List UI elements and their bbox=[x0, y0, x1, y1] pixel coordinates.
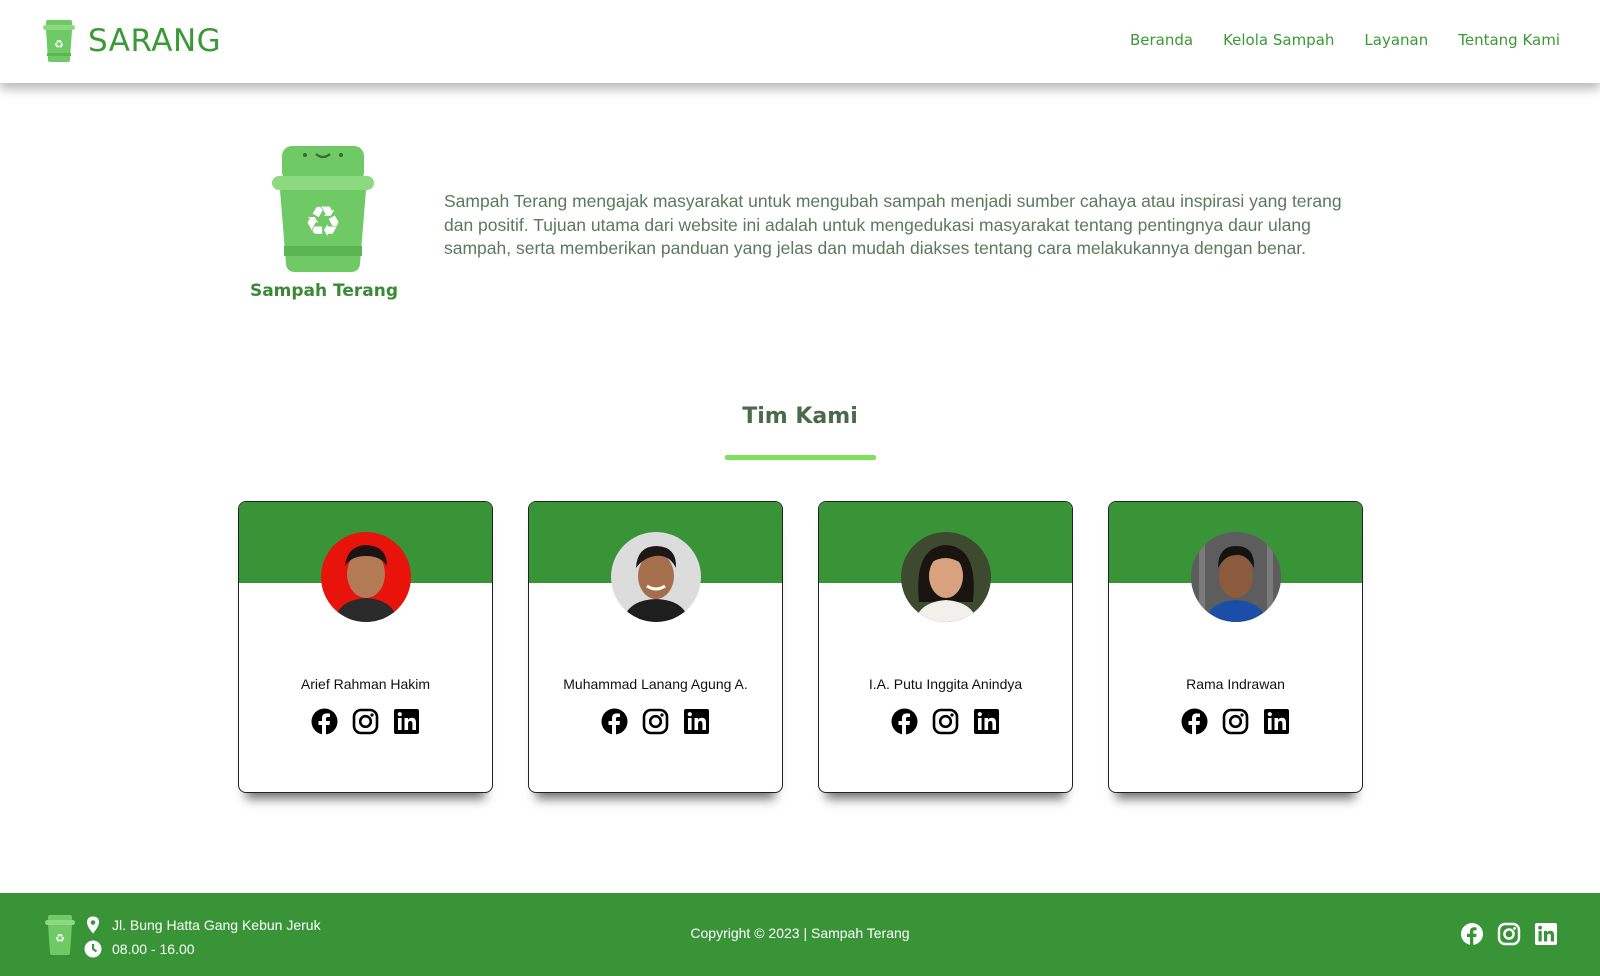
footer-social-links bbox=[1447, 922, 1558, 946]
about-description: Sampah Terang mengajak masyarakat untuk … bbox=[444, 191, 1342, 258]
instagram-icon[interactable] bbox=[931, 707, 960, 736]
member-name: I.A. Putu Inggita Anindya bbox=[868, 676, 1023, 692]
instagram-icon[interactable] bbox=[1497, 922, 1521, 946]
svg-text:♻: ♻ bbox=[55, 932, 65, 945]
member-social-links bbox=[1109, 707, 1362, 736]
facebook-icon[interactable] bbox=[600, 707, 629, 736]
linkedin-icon[interactable] bbox=[682, 707, 711, 736]
member-name: Arief Rahman Hakim bbox=[300, 676, 431, 692]
facebook-icon[interactable] bbox=[890, 707, 919, 736]
main-nav: Beranda Kelola Sampah Layanan Tentang Ka… bbox=[1100, 31, 1560, 49]
svg-text:♻: ♻ bbox=[304, 197, 342, 246]
team-card: Rama Indrawan bbox=[1108, 501, 1363, 793]
nav-link-layanan[interactable]: Layanan bbox=[1364, 31, 1428, 49]
team-heading: Tim Kami bbox=[742, 404, 858, 429]
nav-link-beranda[interactable]: Beranda bbox=[1130, 31, 1193, 49]
footer-contact-info: Jl. Bung Hatta Gang Kebun Jeruk 08.00 - … bbox=[84, 913, 321, 961]
facebook-icon[interactable] bbox=[1460, 922, 1484, 946]
member-name: Rama Indrawan bbox=[1186, 676, 1285, 692]
nav-link-tentang-kami[interactable]: Tentang Kami bbox=[1458, 31, 1560, 49]
linkedin-icon[interactable] bbox=[1534, 922, 1558, 946]
trash-bin-icon: ♻ bbox=[43, 20, 75, 62]
team-card: I.A. Putu Inggita Anindya bbox=[818, 501, 1073, 793]
facebook-icon[interactable] bbox=[1180, 707, 1209, 736]
location-pin-icon bbox=[87, 916, 99, 934]
facebook-icon[interactable] bbox=[310, 707, 339, 736]
team-card: Arief Rahman Hakim bbox=[238, 501, 493, 793]
site-footer: ♻ Jl. Bung Hatta Gang Kebun Jeruk 08.00 … bbox=[0, 893, 1600, 976]
avatar bbox=[1191, 532, 1281, 622]
avatar bbox=[611, 532, 701, 622]
member-social-links bbox=[819, 707, 1072, 736]
about-caption: Sampah Terang bbox=[249, 281, 399, 301]
copyright-text: Copyright © 2023 | Sampah Terang bbox=[690, 925, 910, 941]
linkedin-icon[interactable] bbox=[392, 707, 421, 736]
svg-text:♻: ♻ bbox=[54, 38, 64, 51]
brand-logo-link[interactable]: ♻ SARANG bbox=[42, 20, 221, 62]
brand-name: SARANG bbox=[88, 23, 222, 59]
linkedin-icon[interactable] bbox=[972, 707, 1001, 736]
instagram-icon[interactable] bbox=[641, 707, 670, 736]
member-social-links bbox=[529, 707, 782, 736]
linkedin-icon[interactable] bbox=[1262, 707, 1291, 736]
nav-link-kelola-sampah[interactable]: Kelola Sampah bbox=[1223, 31, 1334, 49]
avatar bbox=[901, 532, 991, 622]
instagram-icon[interactable] bbox=[1221, 707, 1250, 736]
team-card: Muhammad Lanang Agung A. bbox=[528, 501, 783, 793]
member-social-links bbox=[239, 707, 492, 736]
footer-address: Jl. Bung Hatta Gang Kebun Jeruk bbox=[112, 917, 321, 933]
sampah-terang-logo-icon: ♻ bbox=[272, 146, 374, 272]
trash-bin-icon: ♻ bbox=[45, 915, 75, 955]
instagram-icon[interactable] bbox=[351, 707, 380, 736]
site-header: ♻ SARANG Beranda Kelola Sampah Layanan T… bbox=[0, 0, 1600, 83]
clock-icon bbox=[84, 940, 102, 958]
footer-hours: 08.00 - 16.00 bbox=[112, 941, 195, 957]
member-name: Muhammad Lanang Agung A. bbox=[563, 676, 748, 692]
avatar bbox=[321, 532, 411, 622]
team-heading-underline bbox=[725, 455, 876, 460]
